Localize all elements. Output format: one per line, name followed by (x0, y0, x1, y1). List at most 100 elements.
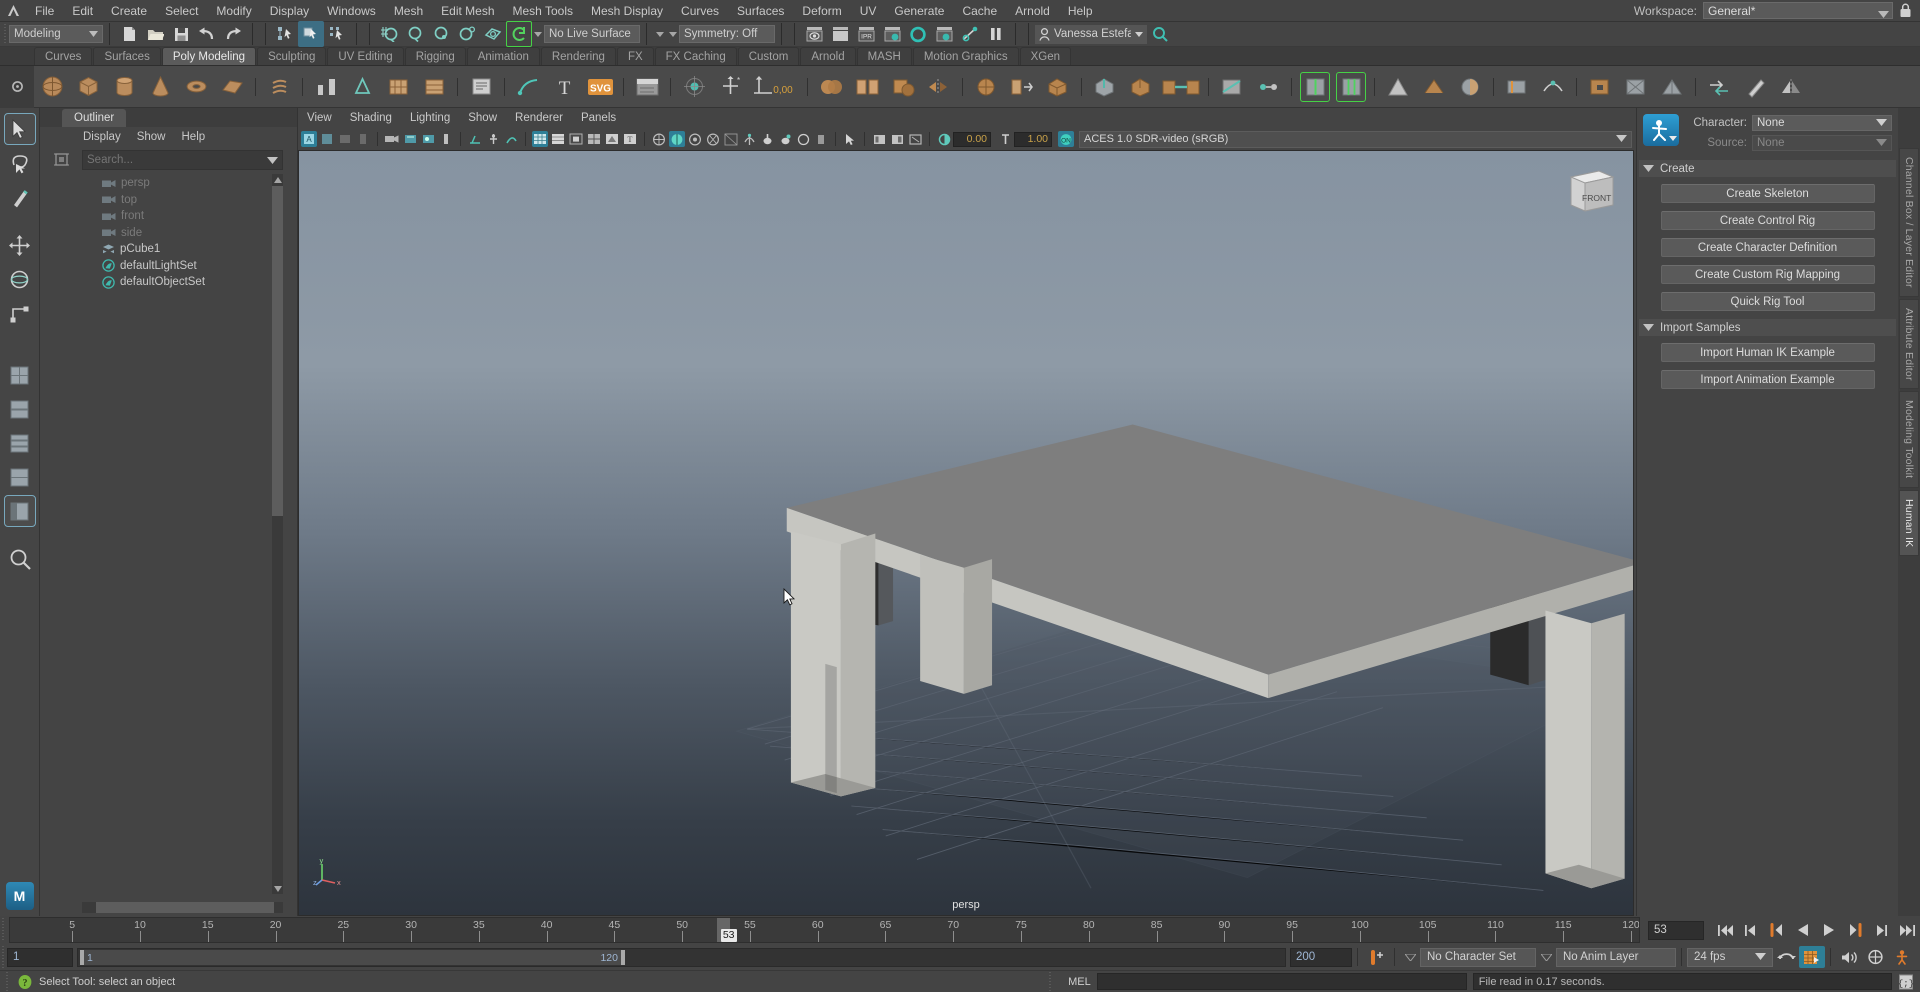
shelf-tab-sculpting[interactable]: Sculpting (257, 47, 327, 65)
select-by-hierarchy-icon[interactable] (272, 21, 298, 47)
scroll-up-arrow-icon[interactable] (272, 174, 283, 185)
use-all-lights-icon[interactable] (669, 131, 685, 147)
playback-loop-icon[interactable] (1773, 946, 1799, 968)
color-management-icon[interactable]: ON (1058, 131, 1074, 147)
two-pane-split-layout-icon[interactable] (5, 394, 35, 424)
sync-icon[interactable] (1862, 946, 1888, 968)
separate-icon[interactable] (852, 72, 882, 102)
range-slider-bar[interactable]: 1 120 (77, 947, 1286, 967)
motion-blur-icon[interactable] (723, 131, 739, 147)
create-custom-rig-mapping-button[interactable]: Create Custom Rig Mapping (1660, 265, 1875, 284)
chevron-down-icon[interactable] (653, 31, 667, 37)
move-tool-icon[interactable] (5, 230, 35, 260)
poly-cube-icon[interactable] (73, 72, 103, 102)
transfer-attributes-icon[interactable] (1704, 72, 1734, 102)
poly-sphere-icon[interactable] (37, 72, 67, 102)
combine-icon[interactable] (816, 72, 846, 102)
step-forward-frame-icon[interactable] (1868, 919, 1894, 941)
character-set-field[interactable]: No Character Set (1420, 947, 1536, 967)
character-icon[interactable] (1888, 946, 1914, 968)
go-to-start-icon[interactable] (1712, 919, 1738, 941)
snap-to-point-icon[interactable] (428, 21, 454, 47)
outliner-item-list[interactable]: persp top front side pCube1 defaultLight… (40, 172, 297, 916)
outliner-item-defaultobjectset[interactable]: defaultObjectSet (40, 274, 297, 291)
outliner-horizontal-scrollbar[interactable] (82, 902, 283, 913)
select-by-object-icon[interactable] (298, 21, 324, 47)
paint-select-tool-icon[interactable] (5, 182, 35, 212)
aa-icon[interactable] (741, 131, 757, 147)
shelf-tab-custom[interactable]: Custom (737, 47, 800, 65)
texture-icon[interactable] (604, 131, 620, 147)
menu-help[interactable]: Help (1059, 0, 1102, 22)
menu-mesh-display[interactable]: Mesh Display (582, 0, 672, 22)
menu-file[interactable]: File (26, 0, 63, 22)
soft-select-icon[interactable] (679, 72, 709, 102)
humanik-logo-icon[interactable] (1643, 114, 1679, 146)
lock-camera-icon[interactable] (319, 131, 335, 147)
shelf-tab-fx[interactable]: FX (616, 47, 654, 65)
smooth-icon[interactable] (971, 72, 1001, 102)
menu-edit-mesh[interactable]: Edit Mesh (432, 0, 503, 22)
ao-icon[interactable] (705, 131, 721, 147)
workspace-dropdown[interactable]: General* (1703, 2, 1893, 19)
anim-layer-menu-icon[interactable] (1536, 953, 1556, 961)
wireframe-icon[interactable] (532, 131, 548, 147)
viewport-settings-icon[interactable] (907, 131, 923, 147)
tab-modeling-toolkit[interactable]: Modeling Toolkit (1899, 391, 1919, 488)
chevron-down-icon[interactable] (667, 31, 679, 37)
render-current-frame-icon[interactable] (801, 21, 827, 47)
film-gate-icon[interactable] (485, 131, 501, 147)
menu-windows[interactable]: Windows (318, 0, 385, 22)
outliner-menu-show[interactable]: Show (130, 127, 173, 148)
menu-surfaces[interactable]: Surfaces (728, 0, 793, 22)
outliner-item-defaultlightset[interactable]: defaultLightSet (40, 258, 297, 275)
source-dropdown[interactable]: None (1752, 134, 1892, 151)
reduce-icon[interactable] (1007, 72, 1037, 102)
shelf-tab-animation[interactable]: Animation (466, 47, 540, 65)
statusline-gripper[interactable] (2, 24, 9, 44)
outliner-search-field[interactable] (82, 150, 283, 170)
redo-icon[interactable] (220, 21, 246, 47)
text-icon[interactable] (466, 72, 496, 102)
scale-tool-icon[interactable] (5, 298, 35, 328)
snap-to-curve-icon[interactable] (402, 21, 428, 47)
exposure-value[interactable]: 0.00 (953, 131, 991, 147)
extract-icon[interactable] (1043, 72, 1073, 102)
step-forward-key-icon[interactable] (1842, 919, 1868, 941)
import-samples-section-header[interactable]: Import Samples (1639, 319, 1896, 336)
offset-edge-loop-icon[interactable] (1336, 71, 1366, 102)
svg-icon[interactable]: SVG (585, 72, 615, 102)
play-forwards-icon[interactable] (1816, 919, 1842, 941)
menu-cache[interactable]: Cache (953, 0, 1006, 22)
grid-display-icon[interactable] (889, 131, 905, 147)
cmdline-gripper[interactable] (1047, 971, 1055, 992)
outliner-item-side[interactable]: side (40, 225, 297, 242)
menu-display[interactable]: Display (261, 0, 318, 22)
menu-generate[interactable]: Generate (885, 0, 953, 22)
bridge-icon[interactable] (1162, 72, 1200, 102)
paint-weights-icon[interactable] (1740, 72, 1770, 102)
shelf-tab-mash[interactable]: MASH (856, 47, 912, 65)
select-by-component-icon[interactable] (324, 21, 350, 47)
viewport-menu-show[interactable]: Show (459, 108, 506, 128)
poly-prism-icon[interactable] (347, 72, 377, 102)
live-surface-field[interactable]: No Live Surface (544, 25, 640, 43)
animation-start-field[interactable]: 1 (7, 947, 73, 967)
crease-tool-icon[interactable] (1419, 72, 1449, 102)
new-scene-icon[interactable] (116, 21, 142, 47)
outliner-item-top[interactable]: top (40, 192, 297, 209)
lasso-select-tool-icon[interactable] (5, 148, 35, 178)
shadow-icon[interactable] (687, 131, 703, 147)
menu-create[interactable]: Create (102, 0, 156, 22)
camera-icon[interactable] (384, 131, 400, 147)
go-to-end-icon[interactable] (1894, 919, 1920, 941)
outliner-filter-icon[interactable] (40, 152, 82, 168)
quad-draw-icon[interactable] (1383, 72, 1413, 102)
import-human-ik-example-button[interactable]: Import Human IK Example (1660, 343, 1875, 362)
step-back-key-icon[interactable] (1764, 919, 1790, 941)
animation-end-field[interactable]: 200 (1290, 947, 1352, 967)
move-tool-snap-icon[interactable]: * (715, 72, 745, 102)
menu-curves[interactable]: Curves (672, 0, 728, 22)
fps-dropdown[interactable]: 24 fps (1687, 947, 1773, 967)
current-frame-field[interactable]: 53 (1648, 920, 1704, 940)
